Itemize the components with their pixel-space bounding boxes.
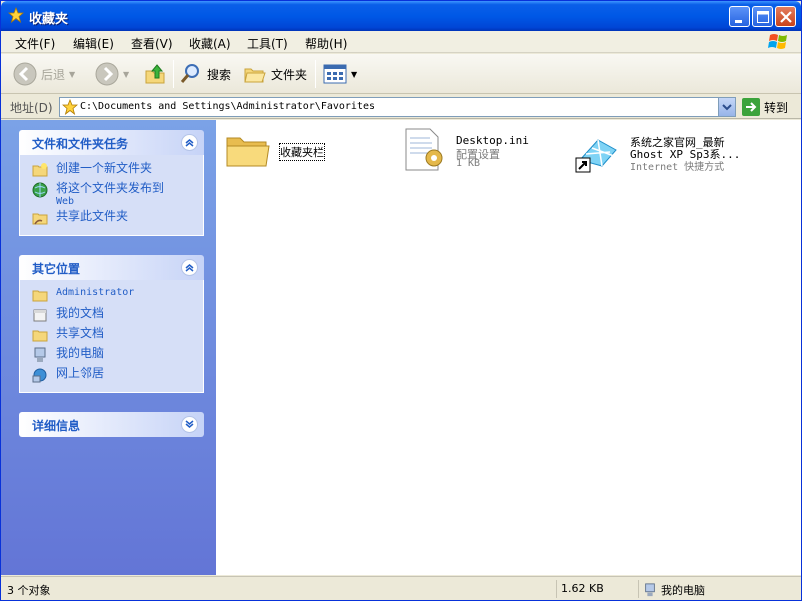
task-new-folder[interactable]: 创建一个新文件夹: [20, 161, 203, 181]
window-title: 收藏夹: [29, 12, 69, 27]
share-folder-icon: [32, 213, 48, 225]
collapse-button[interactable]: [181, 134, 198, 151]
folder-icon: [32, 290, 48, 302]
search-icon: [180, 64, 199, 83]
menu-favorites[interactable]: 收藏(A): [189, 35, 231, 52]
up-folder-icon: [145, 64, 165, 84]
internet-shortcut-icon: [575, 139, 617, 173]
menu-file[interactable]: 文件(F): [15, 35, 55, 52]
task-publish-web[interactable]: 将这个文件夹发布到 Web: [20, 181, 203, 209]
address-input[interactable]: C:\Documents and Settings\Administrator\…: [59, 97, 736, 117]
minimize-icon: [735, 20, 742, 23]
place-my-documents[interactable]: 我的文档: [20, 306, 203, 326]
address-text: C:\Documents and Settings\Administrator\…: [80, 101, 376, 112]
place-my-computer[interactable]: 我的电脑: [20, 346, 203, 366]
close-icon: [780, 11, 792, 23]
back-label: 后退: [41, 67, 66, 82]
computer-icon: [34, 347, 46, 362]
favorites-star-icon: [62, 99, 78, 115]
other-places-title: 其它位置: [32, 262, 81, 276]
status-size-cell: 1.62 KB: [556, 580, 638, 598]
file-item-favorites-bar[interactable]: 收藏夹栏: [224, 126, 374, 174]
back-button[interactable]: 后退 ▼: [13, 61, 75, 87]
views-button[interactable]: ▼: [323, 61, 357, 87]
file-tasks-title: 文件和文件夹任务: [32, 137, 129, 151]
close-button[interactable]: [775, 6, 796, 27]
folders-button[interactable]: 文件夹: [243, 61, 307, 87]
go-arrow-icon: [742, 98, 760, 116]
file-tasks-header[interactable]: 文件和文件夹任务: [19, 130, 204, 155]
status-bar: 3 个对象 1.62 KB 我的电脑: [1, 576, 801, 600]
file-list-area[interactable]: 收藏夹栏 Desktop.ini 配置设置 1 KB 系统之家官网_最新 Gho…: [216, 120, 801, 575]
search-button[interactable]: 搜索: [179, 61, 231, 87]
details-title: 详细信息: [32, 419, 81, 433]
chevron-down-double-icon: [185, 420, 194, 428]
task-share-folder[interactable]: 共享此文件夹: [20, 209, 203, 229]
address-label: 地址(D): [10, 101, 53, 115]
file-tasks-body: 创建一个新文件夹 将这个文件夹发布到 Web 共享此文件夹: [19, 155, 204, 236]
details-header[interactable]: 详细信息: [19, 412, 204, 437]
status-location: 我的电脑: [661, 584, 705, 597]
menu-edit[interactable]: 编辑(E): [73, 35, 114, 52]
menu-bar: 文件(F) 编辑(E) 查看(V) 收藏(A) 工具(T) 帮助(H): [1, 31, 801, 53]
folder-icon: [32, 330, 48, 342]
explorer-window: 收藏夹 文件(F) 编辑(E) 查看(V) 收藏(A) 工具(T) 帮助(H): [0, 0, 802, 601]
network-icon: [32, 368, 47, 383]
other-places-body: Administrator 我的文档 共享文档 我的电脑 网上邻居: [19, 280, 204, 393]
chevron-up-double-icon: [185, 139, 194, 147]
folder-icon: [226, 137, 270, 167]
star-icon: [8, 7, 24, 23]
new-folder-icon: [32, 163, 48, 177]
forward-button[interactable]: ▼: [95, 61, 129, 87]
file-type: Internet 快捷方式: [630, 162, 725, 173]
go-label: 转到: [764, 100, 789, 115]
address-bar: 地址(D) C:\Documents and Settings\Administ…: [1, 95, 801, 119]
forward-dropdown-icon[interactable]: ▼: [123, 70, 129, 79]
other-places-header[interactable]: 其它位置: [19, 255, 204, 280]
status-size: 1.62 KB: [561, 582, 604, 595]
address-dropdown-button[interactable]: [718, 98, 735, 116]
publish-web-icon: [32, 182, 48, 198]
folders-label: 文件夹: [271, 67, 308, 82]
file-item-desktop-ini[interactable]: Desktop.ini 配置设置 1 KB: [400, 126, 560, 174]
minimize-button[interactable]: [729, 6, 750, 27]
maximize-button[interactable]: [752, 6, 773, 27]
go-button[interactable]: 转到: [742, 98, 788, 116]
menu-tools[interactable]: 工具(T): [247, 35, 288, 52]
forward-arrow-icon: [95, 62, 119, 86]
details-panel: 详细信息: [19, 412, 204, 437]
place-network[interactable]: 网上邻居: [20, 366, 203, 386]
file-name: 收藏夹栏: [279, 143, 325, 161]
folders-icon: [244, 68, 266, 83]
file-tasks-panel: 文件和文件夹任务 创建一个新文件夹 将这个文件夹发布到 Web 共享此文件夹: [19, 130, 204, 236]
other-places-panel: 其它位置 Administrator 我的文档 共享文档 我的电脑 网上邻居: [19, 255, 204, 393]
config-file-icon: [405, 128, 443, 171]
windows-logo-icon: [768, 34, 787, 49]
task-pane: 文件和文件夹任务 创建一个新文件夹 将这个文件夹发布到 Web 共享此文件夹 其…: [1, 120, 216, 575]
menu-view[interactable]: 查看(V): [131, 35, 173, 52]
menu-help[interactable]: 帮助(H): [305, 35, 347, 52]
file-item-internet-shortcut[interactable]: 系统之家官网_最新 Ghost XP Sp3系... Internet 快捷方式: [574, 126, 796, 174]
search-label: 搜索: [207, 67, 232, 82]
place-shared-documents[interactable]: 共享文档: [20, 326, 203, 346]
views-dropdown-icon[interactable]: ▼: [351, 70, 357, 79]
views-icon: [323, 64, 347, 84]
collapse-button[interactable]: [181, 259, 198, 276]
maximize-icon: [757, 11, 769, 23]
computer-icon: [645, 583, 655, 597]
chevron-down-icon: [722, 104, 732, 111]
documents-icon: [33, 309, 47, 322]
up-folder-button[interactable]: [144, 61, 166, 87]
file-size: 1 KB: [456, 158, 481, 169]
expand-button[interactable]: [181, 416, 198, 433]
standard-toolbar: 后退 ▼ ▼ 搜索 文件夹 ▼: [1, 54, 801, 94]
status-object-count: 3 个对象: [7, 584, 51, 597]
status-location-cell: 我的电脑: [638, 580, 798, 598]
chevron-up-double-icon: [185, 264, 194, 272]
title-bar[interactable]: 收藏夹: [1, 1, 801, 31]
back-arrow-icon: [13, 62, 37, 86]
back-dropdown-icon[interactable]: ▼: [69, 70, 75, 79]
place-administrator[interactable]: Administrator: [20, 286, 203, 306]
